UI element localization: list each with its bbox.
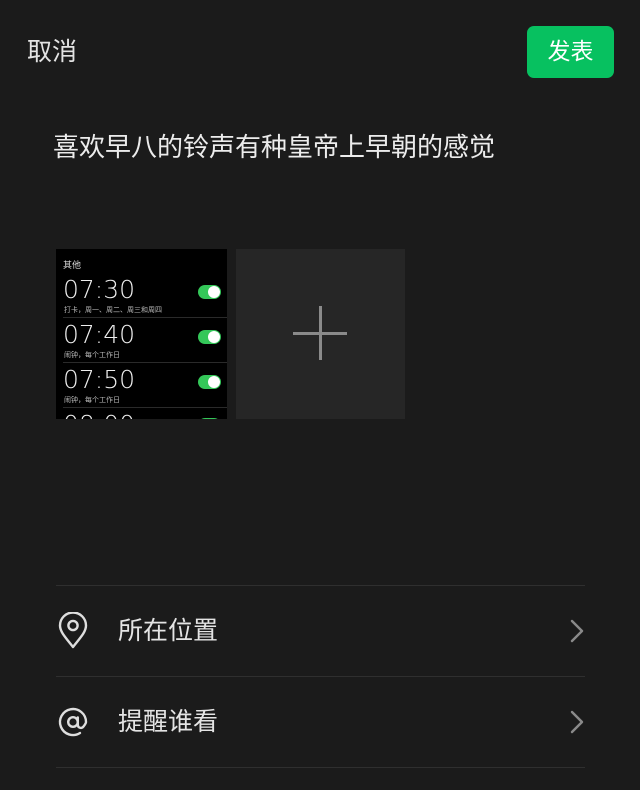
alarm-repeat: 闹钟，每个工作日 — [64, 351, 120, 359]
add-photo-button[interactable] — [236, 249, 405, 419]
alarm-divider — [63, 362, 227, 363]
alarm-divider — [63, 317, 227, 318]
alarm-repeat: 闹钟，每个工作日 — [64, 396, 120, 404]
photo-thumbnail[interactable]: 其他 07:30 打卡，周一、周二、周三和周四 07:40 闹钟，每个工作日 0… — [56, 249, 227, 419]
location-row[interactable]: 所在位置 — [0, 586, 640, 676]
alarm-divider — [63, 407, 227, 408]
alarm-time: 07:40 — [63, 320, 136, 349]
divider — [56, 767, 585, 768]
alarm-repeat: 打卡，周一、周二、周三和周四 — [64, 306, 162, 314]
cancel-button[interactable]: 取消 — [27, 34, 77, 70]
publish-button[interactable]: 发表 — [527, 26, 614, 78]
alarm-time: 07:30 — [63, 275, 136, 304]
alarm-item: 07:40 闹钟，每个工作日 — [56, 320, 227, 365]
chevron-right-icon — [570, 619, 584, 643]
alarm-toggle — [198, 330, 221, 344]
alarm-time: 07:50 — [63, 365, 136, 394]
alarm-toggle — [198, 285, 221, 299]
location-pin-icon — [58, 612, 88, 649]
mention-row[interactable]: 提醒谁看 — [0, 677, 640, 767]
alarm-list-header: 其他 — [63, 261, 82, 271]
alarm-toggle — [198, 418, 221, 419]
alarm-item: 07:30 打卡，周一、周二、周三和周四 — [56, 275, 227, 320]
chevron-right-icon — [570, 710, 584, 734]
mention-label: 提醒谁看 — [118, 707, 219, 736]
at-sign-icon — [58, 707, 88, 737]
alarm-item: 07:50 闹钟，每个工作日 — [56, 365, 227, 410]
alarm-toggle — [198, 375, 221, 389]
alarm-item: 08:00 — [56, 410, 227, 419]
post-text[interactable]: 喜欢早八的铃声有种皇帝上早朝的感觉 — [53, 128, 495, 168]
alarm-time: 08:00 — [63, 410, 135, 419]
location-label: 所在位置 — [118, 616, 219, 645]
